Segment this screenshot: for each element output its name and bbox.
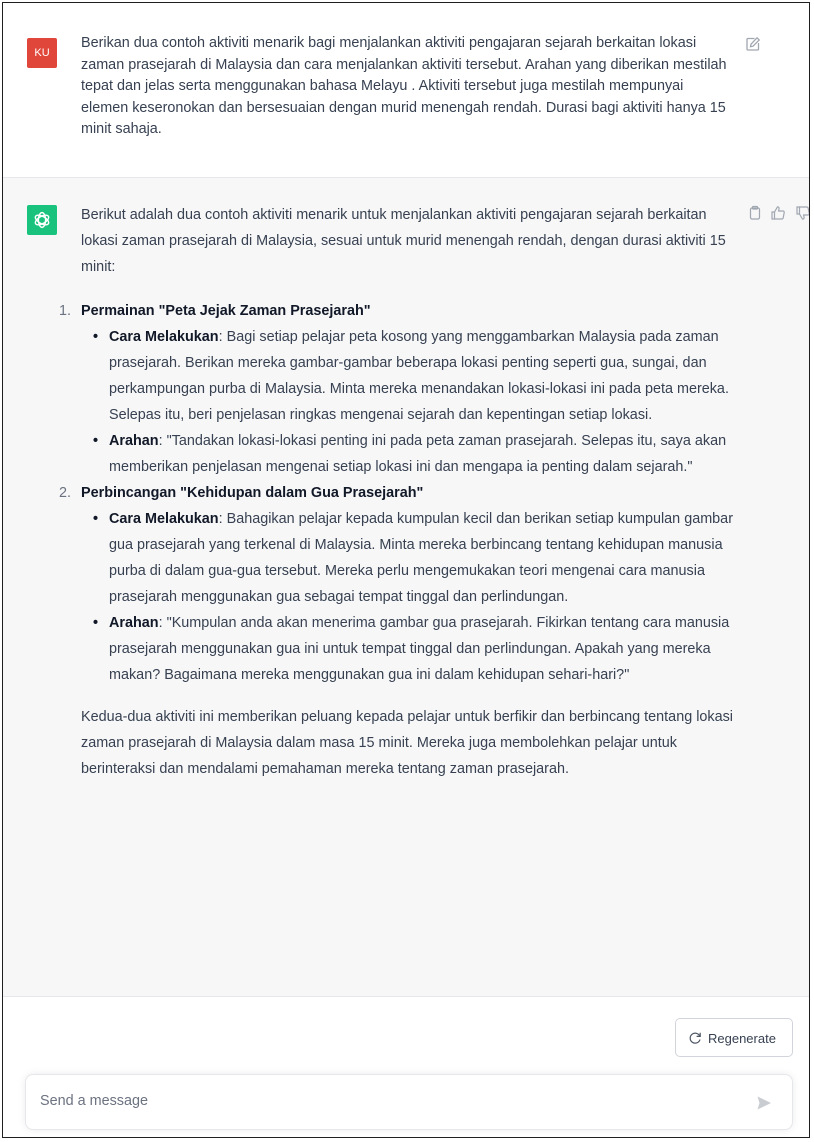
list-number: 1. [59,303,72,319]
message-composer [25,1074,793,1130]
message-actions [747,205,809,223]
bullet-label: Cara Melakukan [109,329,219,345]
bullet-marker: • [93,511,99,527]
bullet-text: : "Tandakan lokasi-lokasi penting ini pa… [109,433,727,475]
bullet-marker: • [93,329,99,345]
user-message-text: Berikan dua contoh aktiviti menarik bagi… [81,35,727,137]
user-avatar: KU [27,38,57,68]
list-item-title: Perbincangan "Kehidupan dalam Gua Prasej… [81,485,424,501]
list-item-title: Permainan "Peta Jejak Zaman Prasejarah" [81,303,371,319]
bullet-item: • Cara Melakukan: Bahagikan pelajar kepa… [81,506,733,610]
bullet-item: • Arahan: "Tandakan lokasi-lokasi pentin… [81,428,733,480]
message-input[interactable] [40,1093,720,1109]
refresh-icon [688,1022,702,1044]
bullet-text: : "Kumpulan anda akan menerima gambar gu… [109,615,730,683]
regenerate-label: Regenerate [708,1031,776,1046]
assistant-conclusion: Kedua-dua aktiviti ini memberikan peluan… [81,709,733,777]
bullet-label: Arahan [109,615,159,631]
bullet-marker: • [93,433,99,449]
user-message: KU Berikan dua contoh aktiviti menarik b… [3,3,809,178]
assistant-avatar [27,205,57,235]
copy-icon[interactable] [747,205,763,221]
assistant-intro: Berikut adalah dua contoh aktiviti menar… [81,207,726,275]
assistant-message-body: Berikut adalah dua contoh aktiviti menar… [59,202,733,782]
bullet-item: • Arahan: "Kumpulan anda akan menerima g… [81,610,733,688]
bullet-label: Arahan [109,433,159,449]
openai-logo-icon [34,211,50,229]
send-icon[interactable] [756,1095,772,1111]
bullet-list: • Cara Melakukan: Bagi setiap pelajar pe… [81,324,733,480]
edit-icon[interactable] [745,36,761,52]
list-item: 1. Permainan "Peta Jejak Zaman Prasejara… [59,298,733,480]
chat-window: KU Berikan dua contoh aktiviti menarik b… [2,2,810,1138]
thumbs-up-icon[interactable] [770,205,786,221]
bullet-list: • Cara Melakukan: Bahagikan pelajar kepa… [81,506,733,688]
list-item: 2. Perbincangan "Kehidupan dalam Gua Pra… [59,480,733,688]
list-number: 2. [59,485,72,501]
bullet-label: Cara Melakukan [109,511,219,527]
bullet-marker: • [93,615,99,631]
assistant-message: Berikut adalah dua contoh aktiviti menar… [3,178,809,997]
thumbs-down-icon[interactable] [795,205,809,221]
bullet-item: • Cara Melakukan: Bagi setiap pelajar pe… [81,324,733,428]
regenerate-button[interactable]: Regenerate [675,1018,793,1057]
